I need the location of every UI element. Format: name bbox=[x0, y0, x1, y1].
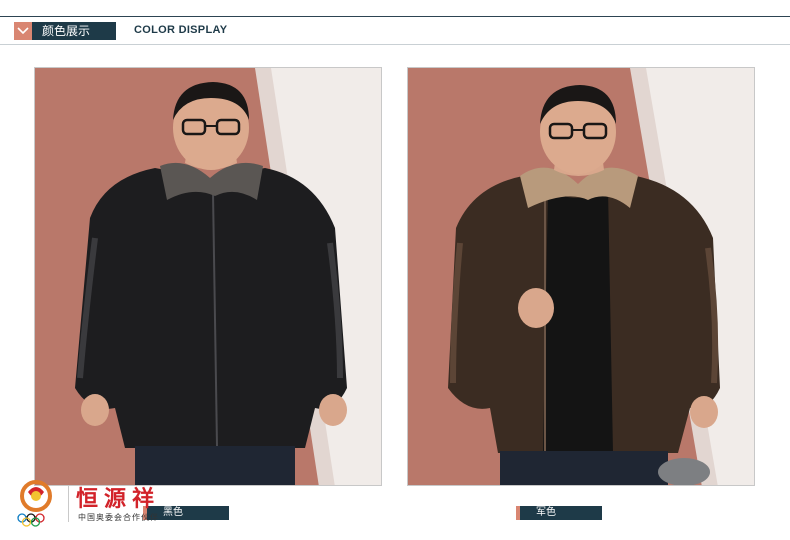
section-title: 颜色展示 bbox=[32, 22, 116, 40]
product-photo-army bbox=[407, 67, 755, 486]
header-bottom-rule bbox=[0, 44, 790, 45]
chevron-down-icon bbox=[14, 22, 32, 40]
product-photo-black bbox=[34, 67, 382, 486]
header-top-rule bbox=[0, 16, 790, 17]
olympic-rings-icon bbox=[17, 480, 52, 527]
brand-watermark: 恒源祥 中国奥委会合作伙伴 bbox=[10, 478, 200, 530]
brand-name: 恒源祥 bbox=[76, 487, 161, 512]
section-header-tag: 颜色展示 bbox=[14, 22, 116, 40]
brand-subtitle: 中国奥委会合作伙伴 bbox=[78, 513, 159, 522]
section-subtitle: COLOR DISPLAY bbox=[134, 24, 228, 36]
watermark-divider bbox=[68, 486, 69, 522]
color-label-army: 军色 bbox=[516, 506, 602, 520]
color-name: 军色 bbox=[520, 506, 602, 520]
